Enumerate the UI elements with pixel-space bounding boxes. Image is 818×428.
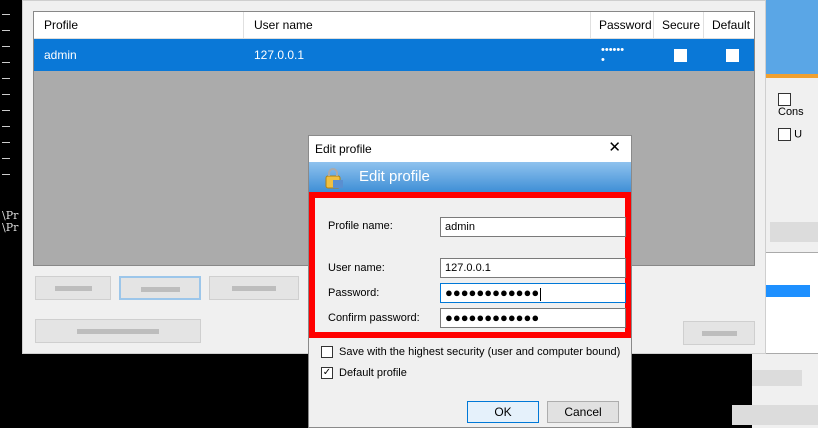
console-tick bbox=[2, 46, 10, 47]
console-tick bbox=[2, 110, 10, 111]
ok-button[interactable]: OK bbox=[467, 401, 539, 423]
background-option[interactable]: Cons bbox=[778, 93, 818, 118]
cell-user-name: 127.0.0.1 bbox=[254, 48, 305, 62]
banner-title: Edit profile bbox=[359, 168, 430, 185]
background-checkbox[interactable] bbox=[778, 93, 791, 106]
column-user-name[interactable]: User name bbox=[244, 12, 591, 38]
edit-profile-dialog: Edit profile ✕ Edit profile Profile name… bbox=[308, 135, 632, 428]
default-profile-label: Default profile bbox=[339, 367, 407, 379]
console-strip: \Pr \Pr bbox=[0, 0, 22, 428]
high-security-checkbox[interactable] bbox=[321, 346, 333, 359]
profile-name-label: Profile name: bbox=[328, 220, 393, 232]
secure-checkbox[interactable] bbox=[674, 49, 687, 62]
console-line: \Pr bbox=[2, 221, 19, 234]
console-tick bbox=[2, 174, 10, 175]
console-tick bbox=[2, 62, 10, 63]
default-profile-option[interactable]: ✓ Default profile bbox=[321, 367, 407, 380]
close-icon[interactable]: ✕ bbox=[608, 140, 621, 155]
cell-password: •••••• • bbox=[601, 44, 625, 66]
console-tick bbox=[2, 78, 10, 79]
user-name-label: User name: bbox=[328, 262, 385, 274]
default-profile-checkbox[interactable]: ✓ bbox=[321, 367, 333, 380]
high-security-label: Save with the highest security (user and… bbox=[339, 346, 621, 358]
password-label: Password: bbox=[328, 287, 380, 299]
background-checkbox[interactable] bbox=[778, 128, 791, 141]
blurred-button[interactable] bbox=[35, 276, 111, 300]
password-value: ●●●●●●●●●●●● bbox=[445, 285, 540, 300]
column-password[interactable]: Password bbox=[591, 12, 654, 38]
blurred-button[interactable] bbox=[209, 276, 299, 300]
user-name-input[interactable]: 127.0.0.1 bbox=[440, 258, 626, 278]
cell-profile: admin bbox=[44, 48, 77, 62]
console-tick bbox=[2, 14, 10, 15]
console-tick bbox=[2, 94, 10, 95]
profile-name-input[interactable]: admin bbox=[440, 217, 626, 237]
column-default[interactable]: Default bbox=[704, 12, 754, 38]
highlight-box: Profile name: admin User name: 127.0.0.1… bbox=[309, 192, 631, 338]
column-secure[interactable]: Secure bbox=[654, 12, 704, 38]
background-blurred-control bbox=[752, 370, 802, 386]
console-tick bbox=[2, 30, 10, 31]
high-security-option[interactable]: Save with the highest security (user and… bbox=[321, 346, 621, 359]
confirm-password-label: Confirm password: bbox=[328, 312, 420, 324]
column-profile[interactable]: Profile bbox=[34, 12, 244, 38]
text-caret bbox=[540, 287, 542, 301]
console-tick bbox=[2, 158, 10, 159]
dialog-title: Edit profile bbox=[315, 142, 372, 156]
background-option[interactable]: U bbox=[778, 128, 802, 141]
console-tick bbox=[2, 126, 10, 127]
confirm-password-value: ●●●●●●●●●●●● bbox=[445, 310, 540, 325]
background-blurred-control bbox=[770, 222, 818, 242]
console-tick bbox=[2, 142, 10, 143]
cancel-button[interactable]: Cancel bbox=[547, 401, 619, 423]
blurred-button[interactable] bbox=[35, 319, 201, 343]
dialog-banner: Edit profile bbox=[309, 162, 631, 192]
lock-icon bbox=[325, 168, 343, 189]
table-row[interactable]: admin 127.0.0.1 •••••• • bbox=[34, 39, 754, 71]
blurred-button[interactable] bbox=[119, 276, 201, 300]
confirm-password-input[interactable]: ●●●●●●●●●●●● bbox=[440, 308, 626, 328]
blurred-button[interactable] bbox=[683, 321, 755, 345]
grid-header: Profile User name Password Secure Defaul… bbox=[34, 12, 754, 39]
console-line: \Pr bbox=[2, 209, 19, 222]
default-checkbox[interactable] bbox=[726, 49, 739, 62]
background-blurred-control bbox=[732, 405, 818, 425]
password-input[interactable]: ●●●●●●●●●●●● bbox=[440, 283, 626, 303]
dialog-titlebar: Edit profile ✕ bbox=[309, 136, 631, 162]
